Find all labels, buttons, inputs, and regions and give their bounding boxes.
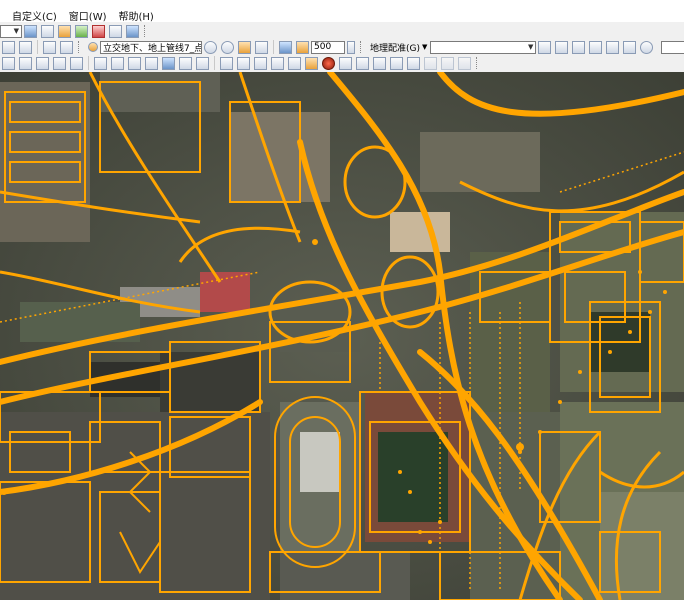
validate-icon[interactable] — [356, 56, 369, 70]
scale-spin-icon[interactable] — [347, 40, 355, 54]
map-view[interactable] — [0, 72, 684, 600]
rotate-tool-icon[interactable] — [538, 40, 552, 54]
attributes-icon[interactable] — [162, 56, 175, 70]
toolbar-grip — [476, 57, 481, 69]
topology-icon[interactable] — [339, 56, 352, 70]
map-canvas[interactable] — [0, 72, 684, 600]
drawing-toolbar — [0, 54, 684, 73]
trim-icon[interactable] — [271, 56, 284, 70]
trace-icon[interactable] — [70, 56, 83, 70]
menu-help[interactable]: 帮助(H) — [113, 8, 160, 23]
menu-window[interactable]: 窗口(W) — [63, 8, 113, 23]
copy-icon[interactable] — [424, 56, 437, 70]
chevron-down-icon: ▼ — [422, 43, 428, 51]
view-link-table-icon[interactable] — [606, 40, 620, 54]
model-builder-icon[interactable] — [126, 24, 139, 38]
create-features-icon[interactable] — [196, 56, 209, 70]
buffer-icon[interactable] — [288, 56, 301, 70]
swipe-icon[interactable] — [238, 40, 251, 54]
flicker-icon[interactable] — [255, 40, 268, 54]
line-icon[interactable] — [36, 56, 49, 70]
arrow-icon[interactable] — [19, 56, 32, 70]
contrast-icon[interactable] — [204, 40, 217, 54]
toolbar-grip — [78, 41, 83, 53]
reference-scale-icon — [296, 40, 309, 54]
search-window-icon[interactable] — [75, 24, 88, 38]
sketch-icon[interactable] — [2, 56, 15, 70]
scale-input[interactable]: 500 — [311, 40, 345, 54]
scale-tool-icon[interactable] — [572, 40, 586, 54]
separator — [273, 40, 274, 54]
target-layer-combo[interactable]: 立交地下、地上管线7_点▼ — [100, 40, 202, 54]
shift-tool-icon[interactable] — [555, 40, 569, 54]
delete-icon[interactable] — [458, 56, 471, 70]
fix-topology-icon[interactable] — [407, 56, 420, 70]
toc-icon[interactable] — [41, 24, 54, 38]
grid-icon[interactable] — [390, 56, 403, 70]
arctoolbox-icon[interactable] — [92, 24, 105, 38]
separator — [214, 56, 215, 70]
separator — [37, 40, 38, 54]
extend-icon[interactable] — [254, 56, 267, 70]
add-control-points-icon[interactable] — [589, 40, 603, 54]
georef-layer-combo[interactable]: ▼ — [430, 40, 537, 54]
arc-icon[interactable] — [53, 56, 66, 70]
catalog-icon[interactable] — [58, 24, 71, 38]
python-window-icon[interactable] — [109, 24, 122, 38]
toolbar-grip — [360, 41, 365, 53]
layer-icon[interactable] — [43, 40, 56, 54]
rotate-feature-icon[interactable] — [145, 56, 158, 70]
rotation-input[interactable] — [661, 40, 684, 54]
toolbar-grip — [144, 25, 149, 37]
brightness-icon[interactable] — [221, 40, 234, 54]
table-icon[interactable] — [24, 24, 37, 38]
separator — [88, 56, 89, 70]
vertex-icon[interactable] — [305, 56, 318, 70]
sphere-icon[interactable] — [322, 56, 335, 70]
sketch-properties-icon[interactable] — [179, 56, 192, 70]
scale-value: 500 — [314, 42, 332, 52]
scale-lock-icon[interactable] — [279, 40, 292, 54]
edit-tool-icon[interactable] — [19, 40, 32, 54]
reshape-icon[interactable] — [220, 56, 233, 70]
paste-icon[interactable] — [441, 56, 454, 70]
menu-customize[interactable]: 自定义(C) — [6, 8, 63, 23]
target-layer-value: 立交地下、地上管线7_点 — [103, 43, 202, 54]
snap-icon[interactable] — [111, 56, 124, 70]
scale-dropdown-stub[interactable]: ▼ — [0, 24, 22, 38]
editor-menu-icon[interactable] — [2, 40, 15, 54]
selection-icon[interactable] — [60, 40, 73, 54]
rotate-icon[interactable] — [640, 40, 654, 54]
split-icon[interactable] — [94, 56, 107, 70]
merge-icon[interactable] — [237, 56, 250, 70]
auto-adjust-icon[interactable] — [623, 40, 637, 54]
georeferencing-menu[interactable]: 地理配准(G) — [370, 41, 420, 54]
cut-polygon-icon[interactable] — [128, 56, 141, 70]
layer-symbol-icon — [88, 42, 98, 52]
chevron-down-icon: ▼ — [528, 43, 534, 51]
error-inspector-icon[interactable] — [373, 56, 386, 70]
